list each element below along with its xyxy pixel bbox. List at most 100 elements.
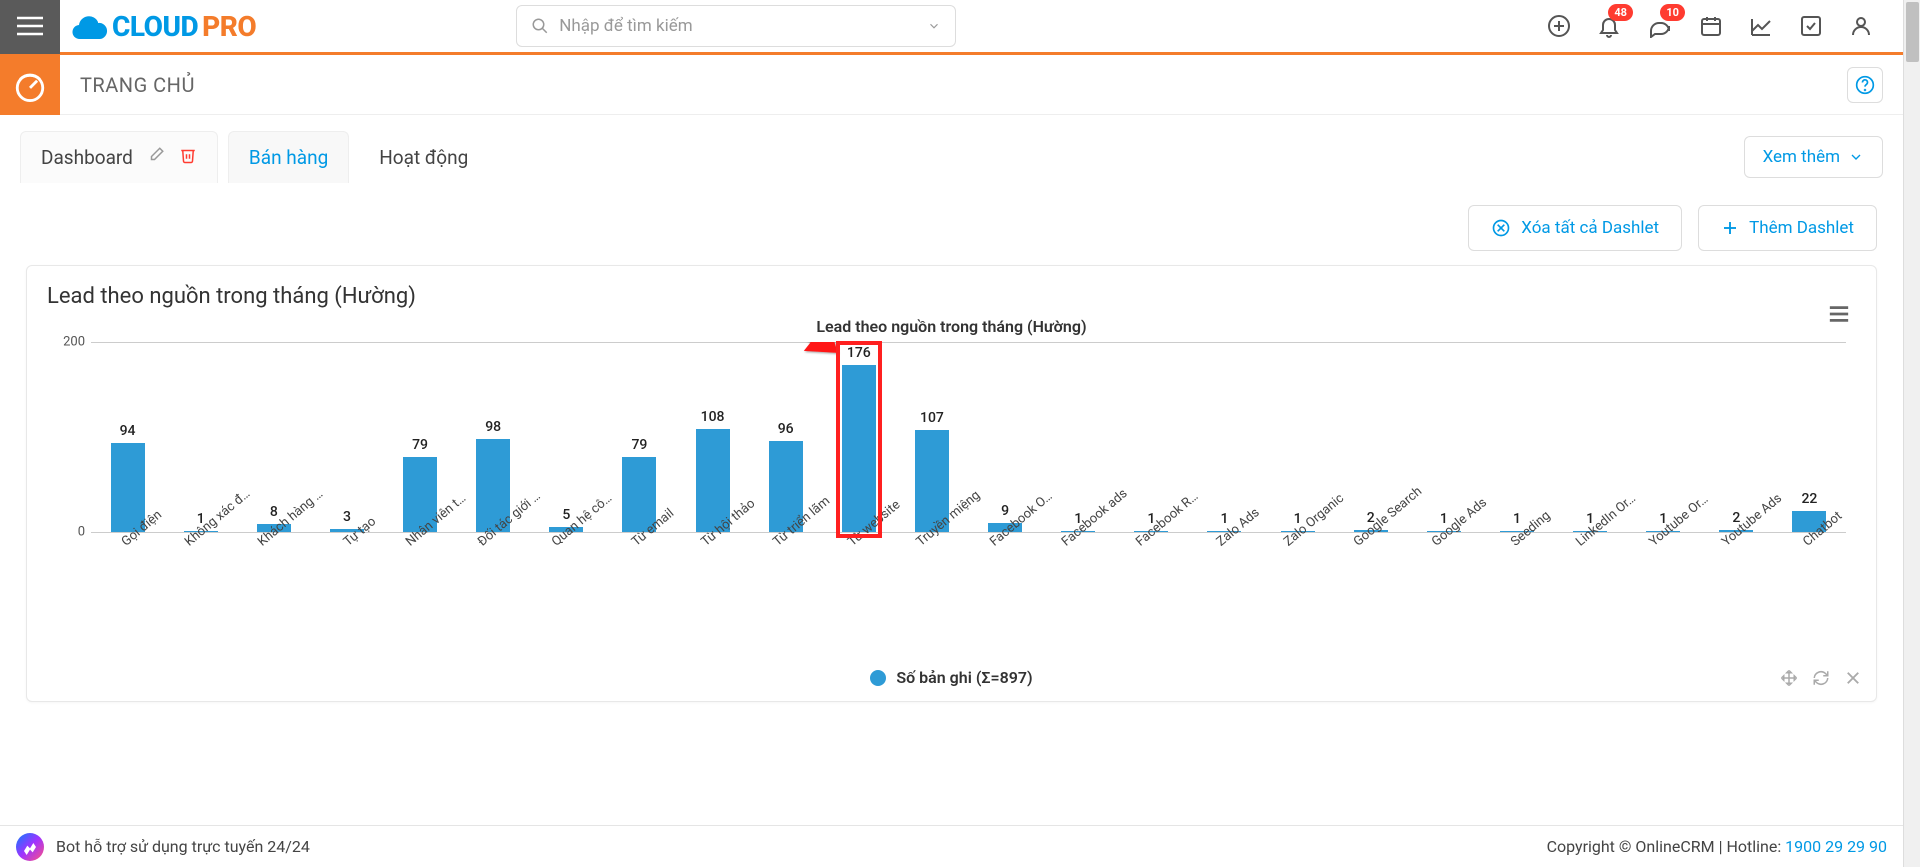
- close-icon[interactable]: [1844, 669, 1862, 691]
- bar-col: 79Từ email: [603, 342, 676, 532]
- logo[interactable]: CLOUDPRO: [68, 10, 256, 43]
- bar-value: 107: [920, 410, 944, 426]
- clear-dashlet-button[interactable]: Xóa tất cả Dashlet: [1468, 205, 1682, 251]
- bar-col: 5Quan hệ cô…: [530, 342, 603, 532]
- bar-value: 22: [1801, 491, 1817, 507]
- calendar-button[interactable]: [1699, 14, 1723, 38]
- tab-label: Dashboard: [41, 146, 133, 169]
- bar-col: 1LinkedIn Or…: [1554, 342, 1627, 532]
- bar-col: 98Đối tác giới …: [457, 342, 530, 532]
- refresh-icon[interactable]: [1812, 669, 1830, 691]
- bell-button[interactable]: 48: [1597, 14, 1621, 38]
- hotline-label: Hotline:: [1726, 837, 1785, 856]
- bar-col: 1Seeding: [1480, 342, 1553, 532]
- bar-value: 79: [631, 437, 647, 453]
- tab-label: Hoạt động: [379, 146, 468, 169]
- bar-col: 1Không xác đ…: [164, 342, 237, 532]
- bar-value: 98: [485, 419, 501, 435]
- chat-button[interactable]: 10: [1647, 14, 1673, 38]
- scroll-thumb[interactable]: [1906, 2, 1919, 62]
- card-title: Lead theo nguồn trong tháng (Hường): [47, 284, 1856, 309]
- footer: Bot hỗ trợ sử dụng trực tuyến 24/24 Copy…: [0, 825, 1903, 867]
- menu-button[interactable]: [0, 0, 60, 54]
- bar-col: 8Khách hàng …: [237, 342, 310, 532]
- search-icon: [531, 17, 549, 35]
- page-header: TRANG CHỦ: [0, 55, 1903, 115]
- chevron-down-icon[interactable]: [927, 19, 941, 33]
- add-label: Thêm Dashlet: [1749, 218, 1854, 238]
- tab-hoatdong[interactable]: Hoạt động: [359, 132, 488, 183]
- tab-dashboard[interactable]: Dashboard: [20, 131, 218, 183]
- bar-col: 22Chatbot: [1773, 342, 1846, 532]
- plus-icon: [1721, 219, 1739, 237]
- legend-label: Số bản ghi (Σ=897): [896, 668, 1032, 687]
- tabs-row: Dashboard Bán hàng Hoạt động Xem thêm: [0, 115, 1903, 183]
- bot-label: Bot hỗ trợ sử dụng trực tuyến 24/24: [56, 837, 310, 856]
- bar-category: Seeding: [1503, 502, 1553, 549]
- close-circle-icon: [1491, 218, 1511, 238]
- footer-right: Copyright © OnlineCRM | Hotline: 1900 29…: [1547, 837, 1887, 856]
- task-button[interactable]: [1799, 14, 1823, 38]
- cloud-icon: [68, 10, 108, 42]
- bar-col: 1Facebook ads: [1042, 342, 1115, 532]
- bar-col: 3Tự tạo: [310, 342, 383, 532]
- tab-label: Bán hàng: [249, 146, 328, 169]
- bar-col: 2Youtube Ads: [1700, 342, 1773, 532]
- bar-col: 1Zalo Ads: [1188, 342, 1261, 532]
- chart-legend: Số bản ghi (Σ=897): [47, 668, 1856, 687]
- help-button[interactable]: [1847, 67, 1883, 103]
- move-icon[interactable]: [1780, 669, 1798, 691]
- bar-category: Zalo Ads: [1209, 499, 1263, 550]
- trash-icon[interactable]: [179, 146, 197, 169]
- logo-pro: PRO: [202, 10, 256, 43]
- bar-col: 176Từ website: [822, 342, 895, 532]
- bar-col: 9Facebook O…: [969, 342, 1042, 532]
- xem-them-button[interactable]: Xem thêm: [1744, 136, 1883, 178]
- add-button[interactable]: [1547, 14, 1571, 38]
- top-actions: 48 10: [1547, 14, 1903, 38]
- bar-value: 79: [412, 437, 428, 453]
- bar-col: 1Google Ads: [1407, 342, 1480, 532]
- chart-button[interactable]: [1749, 14, 1773, 38]
- bar-col: 1Youtube Or…: [1627, 342, 1700, 532]
- user-button[interactable]: [1849, 14, 1873, 38]
- xem-them-label: Xem thêm: [1763, 147, 1840, 167]
- edit-icon[interactable]: [147, 146, 165, 169]
- copyright: Copyright © OnlineCRM: [1547, 837, 1715, 856]
- messenger-icon[interactable]: [16, 833, 44, 861]
- card-controls: [1780, 669, 1862, 691]
- home-icon[interactable]: [0, 55, 60, 115]
- hotline-number[interactable]: 1900 29 29 90: [1785, 837, 1887, 856]
- chevron-down-icon: [1848, 149, 1864, 165]
- bar-col: 1Facebook R…: [1115, 342, 1188, 532]
- bar-col: 79Nhân viên t…: [384, 342, 457, 532]
- bar-col: 1Zalo Organic: [1261, 342, 1334, 532]
- top-bar: CLOUDPRO 48 10: [0, 0, 1903, 55]
- page-title: TRANG CHỦ: [80, 73, 195, 97]
- bar-col: 2Google Search: [1334, 342, 1407, 532]
- chart: 020094Gọi điện1Không xác đ…8Khách hàng ……: [91, 342, 1846, 582]
- bar-value: 96: [778, 421, 794, 437]
- chart-menu-button[interactable]: [1828, 304, 1850, 328]
- bar-col: 94Gọi điện: [91, 342, 164, 532]
- bar-col: 107Truyền miệng: [895, 342, 968, 532]
- bar-value: 94: [120, 423, 136, 439]
- bell-badge: 48: [1608, 4, 1633, 21]
- add-dashlet-button[interactable]: Thêm Dashlet: [1698, 205, 1877, 251]
- clear-label: Xóa tất cả Dashlet: [1521, 218, 1659, 238]
- dashlet-card: Lead theo nguồn trong tháng (Hường) Lead…: [26, 265, 1877, 702]
- bar-col: 108Từ hội thảo: [676, 342, 749, 532]
- bar-category: Chatbot: [1796, 502, 1846, 549]
- scrollbar[interactable]: [1903, 0, 1920, 867]
- chat-badge: 10: [1660, 4, 1685, 21]
- legend-dot: [870, 670, 886, 686]
- search-input[interactable]: [559, 16, 927, 36]
- bar-value: 176: [847, 345, 871, 361]
- bar-col: 96Từ triển lãm: [749, 342, 822, 532]
- tab-banhang[interactable]: Bán hàng: [228, 131, 349, 183]
- logo-cloud: CLOUD: [112, 10, 198, 43]
- chart-title: Lead theo nguồn trong tháng (Hường): [47, 317, 1856, 336]
- actions-row: Xóa tất cả Dashlet Thêm Dashlet: [0, 183, 1903, 251]
- search-box[interactable]: [516, 5, 956, 47]
- bar-value: 108: [701, 409, 725, 425]
